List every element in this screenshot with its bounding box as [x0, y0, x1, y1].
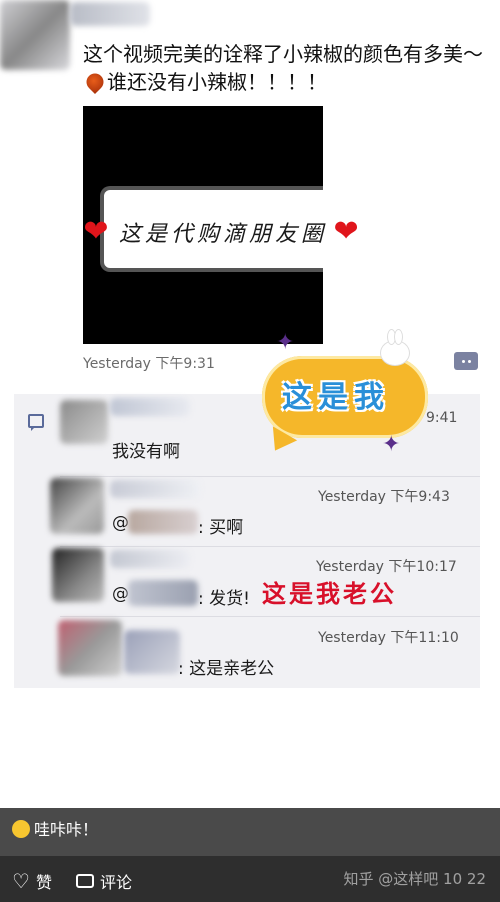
comment-time: Yesterday 下午11:10: [318, 630, 459, 646]
comment-time: Yesterday 下午10:17: [316, 559, 457, 575]
divider: [60, 546, 480, 547]
action-bar: 赞 评论 知乎 @这样吧 10 22: [0, 856, 500, 902]
divider: [60, 616, 480, 617]
comment-text-prefix: @: [112, 584, 129, 604]
comment-icon: [28, 414, 44, 431]
grinning-face-icon: [12, 820, 30, 838]
banner-caption: 这是代购滴朋友圈: [119, 222, 328, 247]
commenter-name-blurred[interactable]: [124, 630, 180, 674]
commenter-name-blurred[interactable]: [110, 550, 190, 568]
poster-name-blurred[interactable]: [70, 2, 150, 26]
star-icon: ✦: [382, 432, 401, 457]
comment-bubble-icon: [76, 874, 94, 888]
sticker-text: 这是我: [282, 380, 390, 415]
star-icon: ✦: [276, 330, 295, 355]
comment-time: 9:41: [426, 410, 458, 426]
commenter-avatar[interactable]: [52, 548, 104, 602]
more-options-button[interactable]: [454, 352, 478, 370]
post-text-part1: 这个视频完美的诠释了小辣椒的颜色有多美～: [83, 42, 483, 66]
comment-text-prefix: @: [112, 513, 129, 533]
status-text: 哇咔咔！: [34, 820, 99, 839]
heart-outline-icon: [12, 869, 30, 893]
comment-button[interactable]: 评论: [76, 869, 132, 893]
poster-avatar[interactable]: [0, 0, 70, 70]
commenter-avatar[interactable]: [50, 478, 104, 534]
bunny-icon: [380, 329, 410, 366]
post-text: 这个视频完美的诠释了小辣椒的颜色有多美～ 谁还没有小辣椒！！！！: [82, 40, 483, 96]
comment-text: : 发货!: [198, 589, 250, 609]
zhihu-watermark: 知乎 @这样吧 10 22: [343, 870, 486, 888]
mentioned-name-blurred[interactable]: [128, 580, 198, 606]
maple-leaf-icon: [82, 69, 108, 95]
commenter-name-blurred[interactable]: [110, 398, 190, 416]
heart-icon: ❤: [83, 214, 113, 249]
like-button[interactable]: 赞: [12, 869, 52, 893]
like-label: 赞: [36, 873, 53, 892]
red-annotation: 这是我老公: [262, 579, 397, 608]
commenter-avatar[interactable]: [58, 620, 122, 676]
heart-icon: ❤: [333, 214, 363, 249]
comment-text: 我没有啊: [112, 442, 180, 462]
divider: [60, 476, 480, 477]
comment-text: : 这是亲老公: [178, 659, 275, 679]
commenter-avatar[interactable]: [60, 400, 108, 444]
comment-time: Yesterday 下午9:43: [318, 489, 450, 505]
comment-label: 评论: [100, 873, 133, 892]
video-banner-text: ❤ 这是代购滴朋友圈 ❤: [83, 212, 413, 252]
post-timestamp: Yesterday 下午9:31: [83, 356, 215, 372]
comment-text: : 买啊: [198, 518, 244, 538]
commenter-name-blurred[interactable]: [110, 480, 200, 498]
mentioned-name-blurred[interactable]: [128, 510, 198, 534]
status-bar: 哇咔咔！: [0, 808, 500, 856]
post-text-part2: 谁还没有小辣椒！！！！: [107, 70, 327, 94]
